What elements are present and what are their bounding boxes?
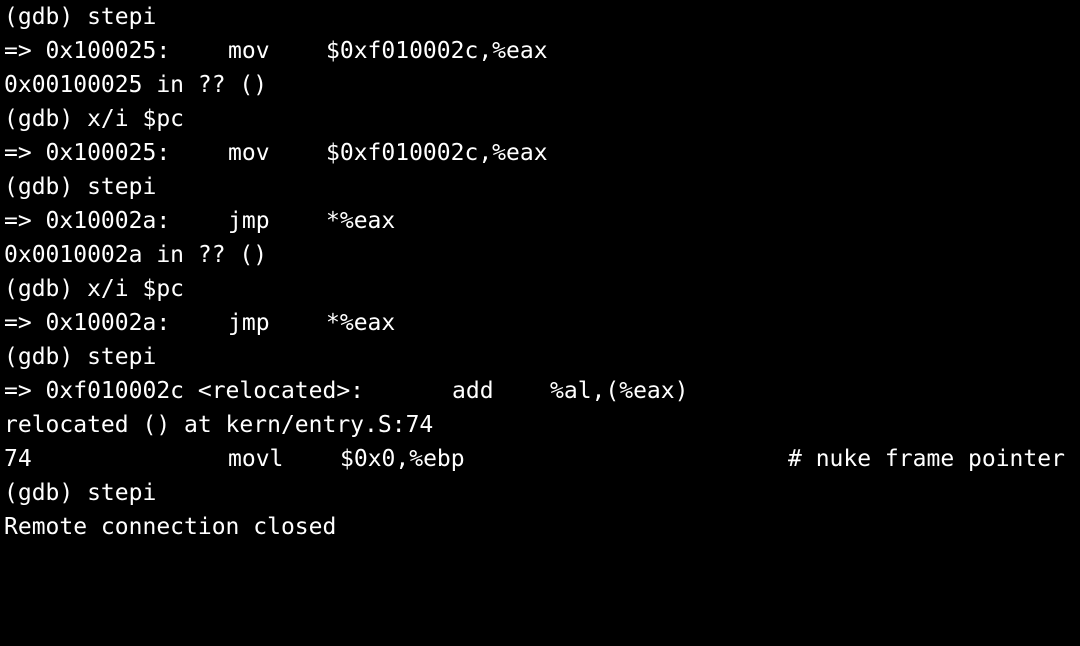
terminal-window[interactable]: (gdb) stepi => 0x100025: mov $0xf010002c…	[0, 0, 1080, 540]
gdb-command-line: (gdb) x/i $pc	[4, 106, 185, 132]
gdb-command-line: (gdb) x/i $pc	[4, 276, 185, 302]
status-message: Remote connection closed	[4, 514, 337, 540]
source-line-number: 74	[4, 446, 32, 472]
source-operands: $0x0,%ebp	[340, 446, 465, 472]
disassembly-line: => 0x10002a: jmp *%eax	[4, 204, 1080, 238]
gdb-command-line: (gdb) stepi	[4, 344, 157, 370]
instruction-address: => 0x10002a:	[4, 208, 171, 234]
instruction-operands: $0xf010002c,%eax	[326, 140, 548, 166]
gdb-command-line: (gdb) stepi	[4, 174, 157, 200]
source-line: 74 movl $0x0,%ebp # nuke frame pointer	[4, 442, 1080, 476]
instruction-opcode: add	[452, 378, 494, 404]
instruction-address: => 0x100025:	[4, 38, 171, 64]
gdb-command-line: (gdb) stepi	[4, 4, 157, 30]
instruction-operands: $0xf010002c,%eax	[326, 38, 548, 64]
source-opcode: movl	[228, 446, 284, 472]
source-comment: # nuke frame pointer	[788, 446, 1065, 472]
instruction-address: => 0x100025:	[4, 140, 171, 166]
instruction-operands: %al,(%eax)	[550, 378, 689, 404]
instruction-address: => 0xf010002c <relocated>:	[4, 378, 365, 404]
disassembly-line: => 0x100025: mov $0xf010002c,%eax	[4, 34, 1080, 68]
disassembly-line: => 0xf010002c <relocated>: add %al,(%eax…	[4, 374, 1080, 408]
instruction-operands: *%eax	[326, 208, 396, 234]
location-line: 0x00100025 in ?? ()	[4, 72, 268, 98]
instruction-opcode: mov	[228, 140, 270, 166]
disassembly-line: => 0x100025: mov $0xf010002c,%eax	[4, 136, 1080, 170]
location-line: relocated () at kern/entry.S:74	[4, 412, 434, 438]
instruction-address: => 0x10002a:	[4, 310, 171, 336]
instruction-opcode: mov	[228, 38, 270, 64]
disassembly-line: => 0x10002a: jmp *%eax	[4, 306, 1080, 340]
location-line: 0x0010002a in ?? ()	[4, 242, 268, 268]
gdb-command-line: (gdb) stepi	[4, 480, 157, 506]
instruction-operands: *%eax	[326, 310, 396, 336]
instruction-opcode: jmp	[228, 208, 270, 234]
instruction-opcode: jmp	[228, 310, 270, 336]
